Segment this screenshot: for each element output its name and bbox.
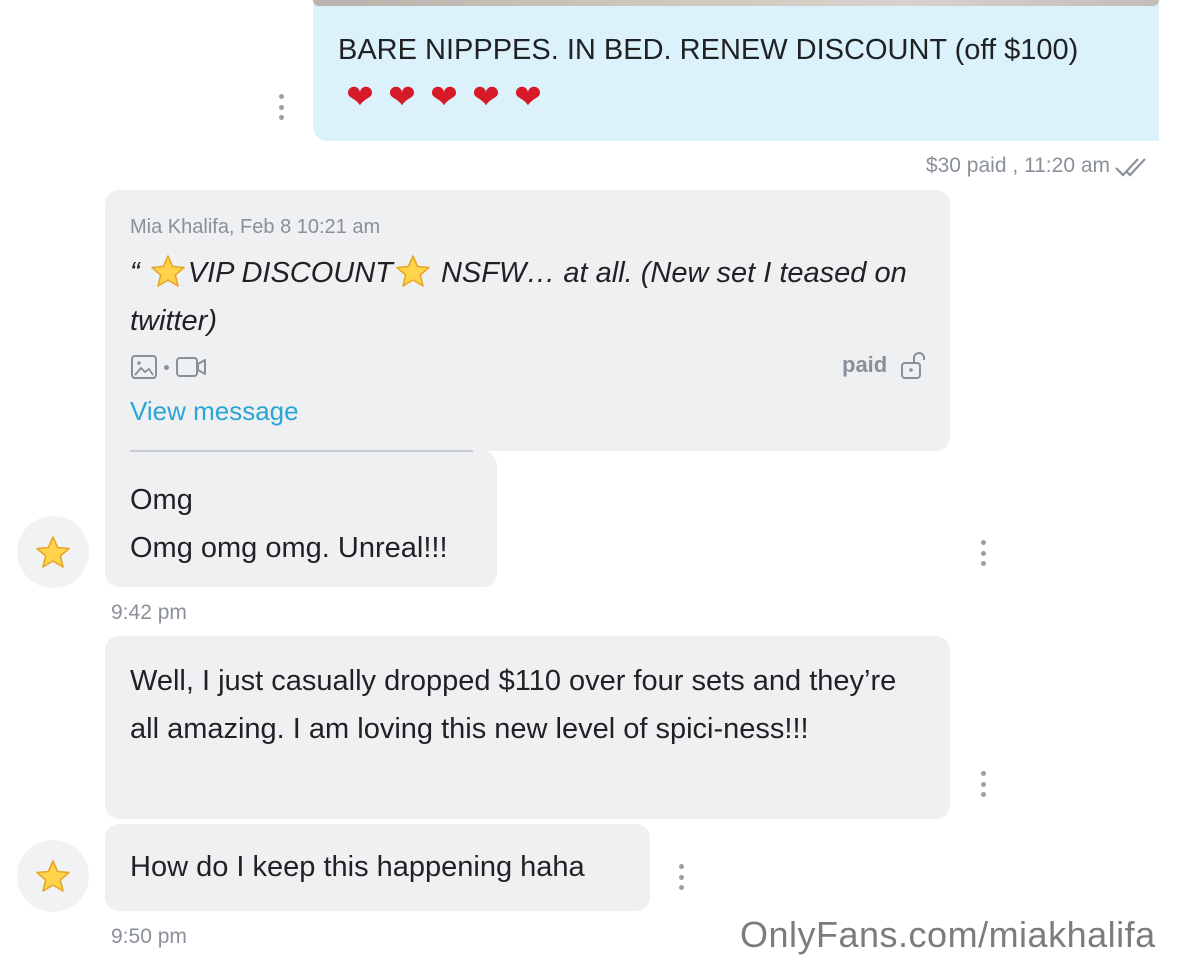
double-check-icon	[1115, 158, 1146, 177]
more-options-icon[interactable]	[278, 94, 284, 120]
open-quote: “	[130, 257, 140, 289]
reply-message-text: Omg Omg omg omg. Unreal!!!	[130, 476, 448, 572]
star-icon	[150, 255, 185, 287]
image-icon	[131, 355, 157, 379]
sent-message-bubble[interactable]	[313, 0, 1159, 141]
more-options-icon[interactable]	[678, 864, 684, 890]
unlocked-icon	[901, 352, 925, 379]
watermark: OnlyFans.com/miakhalifa	[740, 914, 1156, 955]
heart-emoji: ❤	[430, 78, 458, 115]
message-text: Well, I just casually dropped $110 over …	[130, 665, 897, 745]
message-text: How do I keep this happening haha	[130, 851, 585, 883]
heart-emoji: ❤	[346, 78, 374, 115]
paid-label: paid	[842, 352, 888, 377]
star-icon	[396, 255, 430, 287]
view-message-link[interactable]: View message	[130, 396, 299, 427]
sent-message-text: BARE NIPPPES. IN BED. RENEW DISCOUNT (of…	[338, 34, 1079, 66]
heart-emoji: ❤	[472, 78, 500, 115]
avatar[interactable]	[17, 516, 89, 588]
reply-line-1: Omg	[130, 484, 193, 516]
quoted-message-header: Mia Khalifa, Feb 8 10:21 am	[130, 216, 381, 238]
message-timestamp: 9:42 pm	[111, 601, 187, 624]
message-timestamp: 9:50 pm	[111, 925, 187, 948]
heart-emoji-row: ❤ ❤ ❤ ❤ ❤	[338, 77, 548, 117]
quoted-text-part1: VIP DISCOUNT	[187, 257, 393, 289]
avatar[interactable]	[17, 840, 89, 912]
heart-emoji: ❤	[388, 78, 416, 115]
quote-divider-overlay	[130, 450, 473, 452]
heart-emoji: ❤	[514, 78, 542, 115]
quoted-message-text: “ VIP DISCOUNT NSFW… at all. (New set I …	[130, 249, 920, 345]
separator-dot	[164, 364, 169, 370]
sent-image-preview[interactable]	[313, 0, 1159, 6]
star-icon	[36, 536, 70, 568]
more-options-icon[interactable]	[980, 771, 986, 797]
sent-message-meta: $30 paid , 11:20 am	[925, 154, 1110, 177]
video-icon	[176, 357, 206, 377]
more-options-icon[interactable]	[980, 540, 986, 566]
reply-line-2: Omg omg omg. Unreal!!!	[130, 532, 448, 564]
star-icon	[36, 860, 70, 892]
media-type-icons	[130, 352, 207, 382]
